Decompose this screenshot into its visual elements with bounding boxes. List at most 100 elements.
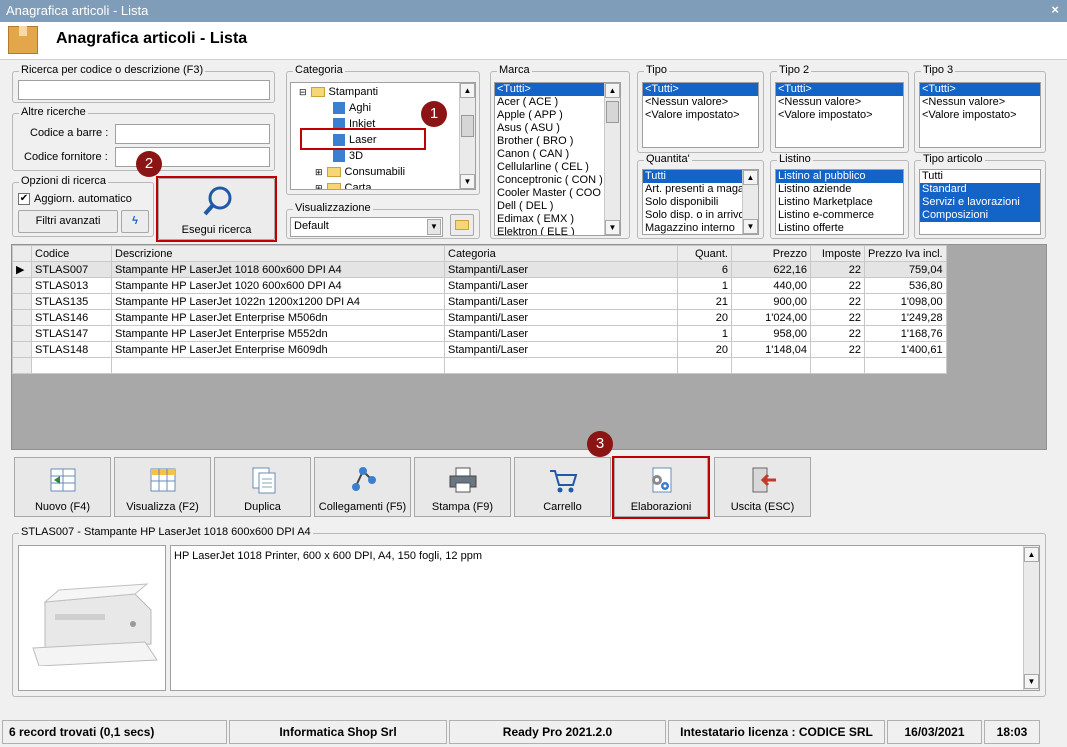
chevron-down-icon[interactable]: ▼ bbox=[427, 219, 441, 235]
type3-list[interactable]: <Tutti> <Nessun valore> <Valore impostat… bbox=[919, 82, 1041, 148]
table-row[interactable]: STLAS147 Stampante HP LaserJet Enterpris… bbox=[12, 325, 947, 342]
brand-item[interactable]: Apple ( APP ) bbox=[495, 109, 620, 122]
view-select[interactable]: Default ▼ bbox=[290, 217, 443, 237]
quantity-item[interactable]: Magazzino interno bbox=[643, 222, 758, 234]
type2-list[interactable]: <Tutti> <Nessun valore> <Valore impostat… bbox=[775, 82, 904, 148]
cart-button[interactable]: Carrello bbox=[514, 457, 611, 517]
brand-scrollbar[interactable]: ▲ ▼ bbox=[604, 83, 620, 235]
brand-item[interactable]: Cooler Master ( COO ) bbox=[495, 187, 620, 200]
price-list-list[interactable]: Listino al pubblico Listino aziende List… bbox=[775, 169, 904, 235]
article-type-item[interactable]: Servizi e lavorazioni bbox=[920, 196, 1040, 209]
scroll-down-icon[interactable]: ▼ bbox=[460, 174, 475, 189]
scroll-up-icon[interactable]: ▲ bbox=[1024, 547, 1039, 562]
tree-item-3d[interactable]: 3D bbox=[331, 150, 363, 163]
price-list-item[interactable]: Listino al pubblico bbox=[776, 170, 903, 183]
price-list-item[interactable]: Listino offerte bbox=[776, 222, 903, 234]
brand-item[interactable]: Conceptronic ( CON ) bbox=[495, 174, 620, 187]
scroll-thumb[interactable] bbox=[606, 101, 619, 123]
brand-item[interactable]: Elektron ( ELE ) bbox=[495, 226, 620, 235]
detail-scrollbar[interactable]: ▲ ▼ bbox=[1023, 546, 1039, 690]
type-item[interactable]: <Tutti> bbox=[643, 83, 758, 96]
scroll-down-icon[interactable]: ▼ bbox=[1024, 674, 1039, 689]
folder-open-button[interactable] bbox=[450, 214, 474, 236]
column-header[interactable]: Quant. bbox=[677, 245, 732, 262]
quantity-item[interactable]: Solo disp. o in arrivo bbox=[643, 209, 758, 222]
links-button[interactable]: Collegamenti (F5) bbox=[314, 457, 411, 517]
tree-item-stampanti[interactable]: ⊟ Stampanti bbox=[297, 86, 378, 99]
scroll-down-icon[interactable]: ▼ bbox=[743, 219, 758, 234]
brand-item[interactable]: Canon ( CAN ) bbox=[495, 148, 620, 161]
price-list-item[interactable]: Listino aziende bbox=[776, 183, 903, 196]
package-icon bbox=[8, 26, 38, 54]
brand-item[interactable]: Edimax ( EMX ) bbox=[495, 213, 620, 226]
tree-item-consumabili[interactable]: ⊞ Consumabili bbox=[313, 166, 405, 179]
scroll-up-icon[interactable]: ▲ bbox=[743, 170, 758, 185]
scroll-up-icon[interactable]: ▲ bbox=[460, 83, 475, 98]
quantity-item[interactable]: Tutti bbox=[643, 170, 758, 183]
article-type-item[interactable]: Tutti bbox=[920, 170, 1040, 183]
duplicate-button[interactable]: Duplica bbox=[214, 457, 311, 517]
column-header[interactable]: Prezzo bbox=[731, 245, 811, 262]
brand-item[interactable]: Acer ( ACE ) bbox=[495, 96, 620, 109]
cell-categoria: Stampanti/Laser bbox=[444, 261, 678, 278]
detail-description[interactable]: HP LaserJet 1018 Printer, 600 x 600 DPI,… bbox=[170, 545, 1040, 691]
category-scrollbar[interactable]: ▲ ▼ bbox=[459, 83, 475, 189]
type-item[interactable]: <Nessun valore> bbox=[643, 96, 758, 109]
tree-item-aghi[interactable]: Aghi bbox=[331, 102, 371, 115]
table-row[interactable]: STLAS148 Stampante HP LaserJet Enterpris… bbox=[12, 341, 947, 358]
view-button-label: Visualizza (F2) bbox=[126, 501, 199, 513]
table-row[interactable]: ▶ STLAS007 Stampante HP LaserJet 1018 60… bbox=[12, 261, 947, 278]
scroll-up-icon[interactable]: ▲ bbox=[605, 83, 620, 98]
quantity-list[interactable]: Tutti Art. presenti a maga Solo disponib… bbox=[642, 169, 759, 235]
table-row[interactable]: STLAS135 Stampante HP LaserJet 1022n 120… bbox=[12, 293, 947, 310]
price-list-item[interactable]: Listino Marketplace bbox=[776, 196, 903, 209]
article-type-item[interactable]: Composizioni bbox=[920, 209, 1040, 222]
column-header[interactable]: Descrizione bbox=[111, 245, 445, 262]
brand-item[interactable]: Brother ( BRO ) bbox=[495, 135, 620, 148]
new-button[interactable]: Nuovo (F4) bbox=[14, 457, 111, 517]
type3-item[interactable]: <Tutti> bbox=[920, 83, 1040, 96]
brand-item[interactable]: Cellularline ( CEL ) bbox=[495, 161, 620, 174]
duplicate-button-label: Duplica bbox=[244, 501, 281, 513]
brand-item[interactable]: <Tutti> bbox=[495, 83, 620, 96]
table-row[interactable]: STLAS013 Stampante HP LaserJet 1020 600x… bbox=[12, 277, 947, 294]
search-input[interactable] bbox=[18, 80, 270, 100]
column-header[interactable]: Codice bbox=[31, 245, 112, 262]
column-header[interactable]: Imposte bbox=[810, 245, 865, 262]
article-type-item[interactable]: Standard bbox=[920, 183, 1040, 196]
column-header[interactable]: Categoria bbox=[444, 245, 678, 262]
type3-item[interactable]: <Valore impostato> bbox=[920, 109, 1040, 122]
brand-item[interactable]: Asus ( ASU ) bbox=[495, 122, 620, 135]
type2-item[interactable]: <Tutti> bbox=[776, 83, 903, 96]
price-list-item[interactable]: Listino e-commerce bbox=[776, 209, 903, 222]
scroll-down-icon[interactable]: ▼ bbox=[605, 220, 620, 235]
type-list[interactable]: <Tutti> <Nessun valore> <Valore impostat… bbox=[642, 82, 759, 148]
print-button[interactable]: Stampa (F9) bbox=[414, 457, 511, 517]
column-header[interactable]: Prezzo Iva incl. bbox=[864, 245, 947, 262]
auto-update-checkbox[interactable]: ✔ bbox=[18, 193, 30, 205]
cell-descrizione: Stampante HP LaserJet 1018 600x600 DPI A… bbox=[111, 261, 445, 278]
cell-codice: STLAS146 bbox=[31, 309, 112, 326]
table-row[interactable]: STLAS146 Stampante HP LaserJet Enterpris… bbox=[12, 309, 947, 326]
lightning-icon[interactable]: ϟ bbox=[121, 210, 149, 233]
view-button[interactable]: Visualizza (F2) bbox=[114, 457, 211, 517]
cell-prezzo-iva: 1'249,28 bbox=[864, 309, 947, 326]
quantity-item[interactable]: Art. presenti a maga bbox=[643, 183, 758, 196]
table-row-empty[interactable] bbox=[12, 357, 947, 374]
close-icon[interactable]: × bbox=[1051, 2, 1059, 17]
brand-list[interactable]: <Tutti> Acer ( ACE ) Apple ( APP ) Asus … bbox=[494, 82, 621, 236]
type2-item[interactable]: <Nessun valore> bbox=[776, 96, 903, 109]
type2-item[interactable]: <Valore impostato> bbox=[776, 109, 903, 122]
cell-imposte: 22 bbox=[810, 309, 865, 326]
tree-item-carta[interactable]: ⊞ Carta bbox=[313, 182, 371, 189]
type-item[interactable]: <Valore impostato> bbox=[643, 109, 758, 122]
exit-button[interactable]: Uscita (ESC) bbox=[714, 457, 811, 517]
scroll-thumb[interactable] bbox=[461, 115, 474, 137]
article-type-list[interactable]: Tutti Standard Servizi e lavorazioni Com… bbox=[919, 169, 1041, 235]
brand-item[interactable]: Dell ( DEL ) bbox=[495, 200, 620, 213]
barcode-input[interactable] bbox=[115, 124, 270, 144]
type3-item[interactable]: <Nessun valore> bbox=[920, 96, 1040, 109]
quantity-item[interactable]: Solo disponibili bbox=[643, 196, 758, 209]
advanced-filters-button[interactable]: Filtri avanzati bbox=[18, 210, 118, 233]
quantity-scrollbar[interactable]: ▲ ▼ bbox=[742, 170, 758, 234]
